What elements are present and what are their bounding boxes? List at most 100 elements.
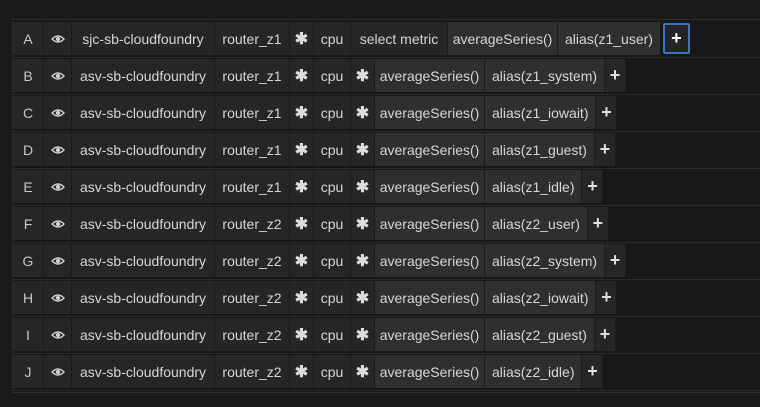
query-letter[interactable]: H <box>13 281 44 314</box>
query-letter[interactable]: A <box>13 22 44 55</box>
average-series-function[interactable]: averageSeries() <box>375 96 485 129</box>
asterisk-icon[interactable]: ✱ <box>290 59 314 92</box>
average-series-function[interactable]: averageSeries() <box>375 355 485 388</box>
metric-segment[interactable]: cpu <box>314 244 351 277</box>
metric-segment[interactable]: cpu <box>314 318 351 351</box>
add-function-button[interactable]: + <box>605 59 627 92</box>
asterisk-icon[interactable]: ✱ <box>290 244 314 277</box>
host-segment[interactable]: asv-sb-cloudfoundry <box>72 96 215 129</box>
asterisk-icon[interactable]: ✱ <box>351 59 375 92</box>
query-letter[interactable]: I <box>13 318 44 351</box>
metric-segment[interactable]: cpu <box>314 170 351 203</box>
add-function-button[interactable]: + <box>582 170 604 203</box>
eye-icon[interactable] <box>44 355 72 388</box>
metric-segment[interactable]: cpu <box>314 96 351 129</box>
asterisk-icon[interactable]: ✱ <box>351 170 375 203</box>
alias-function[interactable]: alias(z1_idle) <box>485 170 583 203</box>
query-letter[interactable]: F <box>13 207 44 240</box>
alias-function[interactable]: alias(z2_system) <box>485 244 606 277</box>
router-segment[interactable]: router_z1 <box>215 133 290 166</box>
alias-function[interactable]: alias(z2_idle) <box>485 355 583 388</box>
eye-icon[interactable] <box>44 96 72 129</box>
alias-function[interactable]: alias(z1_system) <box>485 59 606 92</box>
add-function-button[interactable]: + <box>662 23 690 54</box>
select-metric-segment[interactable]: select metric <box>351 22 448 55</box>
router-segment[interactable]: router_z2 <box>215 355 290 388</box>
average-series-function[interactable]: averageSeries() <box>375 170 485 203</box>
alias-function[interactable]: alias(z2_iowait) <box>485 281 597 314</box>
eye-icon[interactable] <box>44 59 72 92</box>
host-segment[interactable]: asv-sb-cloudfoundry <box>72 207 215 240</box>
average-series-function[interactable]: averageSeries() <box>375 244 485 277</box>
add-function-button[interactable]: + <box>596 96 618 129</box>
router-segment[interactable]: router_z1 <box>215 59 290 92</box>
metric-segment[interactable]: cpu <box>314 281 351 314</box>
add-function-button[interactable]: + <box>605 244 627 277</box>
eye-icon[interactable] <box>44 244 72 277</box>
asterisk-icon[interactable]: ✱ <box>290 281 314 314</box>
host-segment[interactable]: asv-sb-cloudfoundry <box>72 318 215 351</box>
host-segment[interactable]: asv-sb-cloudfoundry <box>72 355 215 388</box>
query-letter[interactable]: J <box>13 355 44 388</box>
host-segment[interactable]: asv-sb-cloudfoundry <box>72 59 215 92</box>
asterisk-icon[interactable]: ✱ <box>290 207 314 240</box>
router-segment[interactable]: router_z1 <box>215 170 290 203</box>
query-letter[interactable]: E <box>13 170 44 203</box>
metric-segment[interactable]: cpu <box>314 133 351 166</box>
asterisk-icon[interactable]: ✱ <box>351 96 375 129</box>
alias-function[interactable]: alias(z1_iowait) <box>485 96 597 129</box>
add-function-button[interactable]: + <box>587 207 609 240</box>
query-letter[interactable]: B <box>13 59 44 92</box>
asterisk-icon[interactable]: ✱ <box>290 96 314 129</box>
query-letter[interactable]: D <box>13 133 44 166</box>
router-segment[interactable]: router_z1 <box>215 96 290 129</box>
metric-segment[interactable]: cpu <box>314 22 351 55</box>
eye-icon[interactable] <box>44 133 72 166</box>
asterisk-icon[interactable]: ✱ <box>290 22 314 55</box>
alias-function[interactable]: alias(z2_guest) <box>485 318 595 351</box>
add-function-button[interactable]: + <box>596 281 618 314</box>
eye-icon[interactable] <box>44 22 72 55</box>
eye-icon[interactable] <box>44 281 72 314</box>
asterisk-icon[interactable]: ✱ <box>351 281 375 314</box>
metric-segment[interactable]: cpu <box>314 355 351 388</box>
average-series-function[interactable]: averageSeries() <box>375 281 485 314</box>
query-letter[interactable]: G <box>13 244 44 277</box>
asterisk-icon[interactable]: ✱ <box>290 355 314 388</box>
metric-segment[interactable]: cpu <box>314 207 351 240</box>
add-function-button[interactable]: + <box>594 318 616 351</box>
average-series-function[interactable]: averageSeries() <box>448 22 558 55</box>
router-segment[interactable]: router_z1 <box>215 22 290 55</box>
average-series-function[interactable]: averageSeries() <box>375 207 485 240</box>
asterisk-icon[interactable]: ✱ <box>351 207 375 240</box>
host-segment[interactable]: asv-sb-cloudfoundry <box>72 281 215 314</box>
asterisk-icon[interactable]: ✱ <box>290 318 314 351</box>
router-segment[interactable]: router_z2 <box>215 281 290 314</box>
host-segment[interactable]: asv-sb-cloudfoundry <box>72 170 215 203</box>
average-series-function[interactable]: averageSeries() <box>375 133 485 166</box>
average-series-function[interactable]: averageSeries() <box>375 318 485 351</box>
eye-icon[interactable] <box>44 318 72 351</box>
asterisk-icon[interactable]: ✱ <box>290 170 314 203</box>
alias-function[interactable]: alias(z1_guest) <box>485 133 595 166</box>
asterisk-icon[interactable]: ✱ <box>351 318 375 351</box>
metric-segment[interactable]: cpu <box>314 59 351 92</box>
eye-icon[interactable] <box>44 170 72 203</box>
average-series-function[interactable]: averageSeries() <box>375 59 485 92</box>
add-function-button[interactable]: + <box>594 133 616 166</box>
asterisk-icon[interactable]: ✱ <box>351 355 375 388</box>
add-function-button[interactable]: + <box>582 355 604 388</box>
router-segment[interactable]: router_z2 <box>215 318 290 351</box>
alias-function[interactable]: alias(z1_user) <box>558 22 661 55</box>
router-segment[interactable]: router_z2 <box>215 207 290 240</box>
alias-function[interactable]: alias(z2_user) <box>485 207 588 240</box>
host-segment[interactable]: asv-sb-cloudfoundry <box>72 244 215 277</box>
asterisk-icon[interactable]: ✱ <box>290 133 314 166</box>
asterisk-icon[interactable]: ✱ <box>351 244 375 277</box>
query-letter[interactable]: C <box>13 96 44 129</box>
eye-icon[interactable] <box>44 207 72 240</box>
host-segment[interactable]: asv-sb-cloudfoundry <box>72 133 215 166</box>
asterisk-icon[interactable]: ✱ <box>351 133 375 166</box>
host-segment[interactable]: sjc-sb-cloudfoundry <box>72 22 215 55</box>
router-segment[interactable]: router_z2 <box>215 244 290 277</box>
